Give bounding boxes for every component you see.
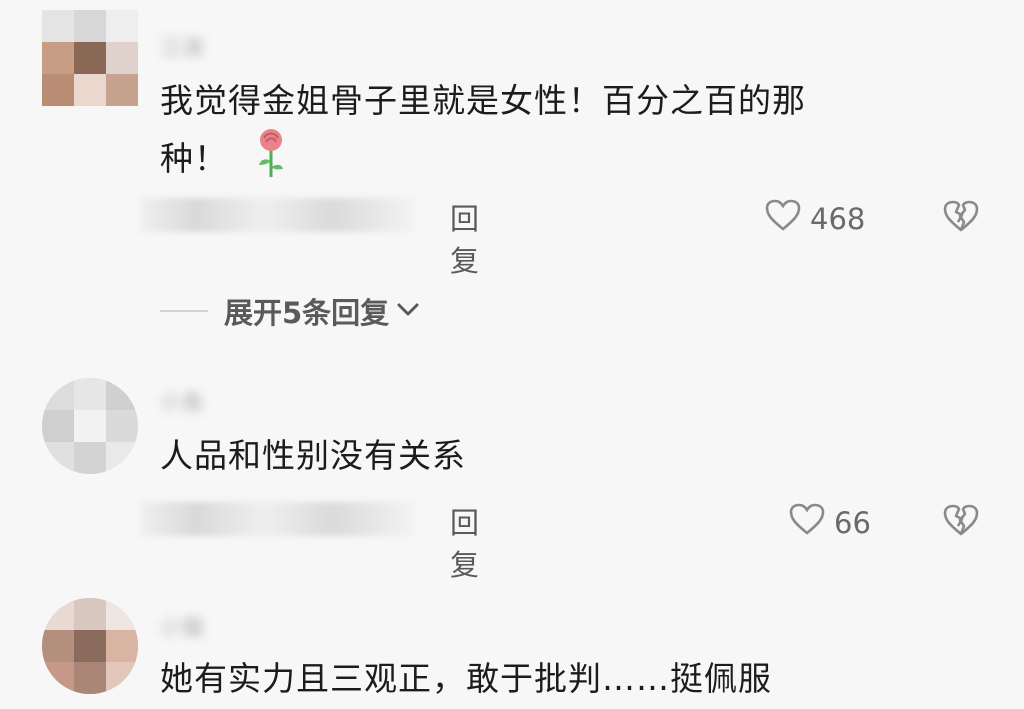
comment-text-line: 人品和性别没有关系 [160,436,466,475]
expand-replies-label: 展开5条回复 [224,296,390,330]
comment-text-tail: 种！ [160,139,228,178]
rose-icon [254,127,288,194]
avatar[interactable] [42,598,138,694]
username[interactable]: 江淑 [160,30,204,62]
like-count: 468 [810,201,866,236]
dislike-button[interactable] [942,198,980,238]
username[interactable]: 小猫 [160,610,204,642]
broken-heart-icon [942,504,980,542]
heart-icon [764,198,802,239]
comment-text-line: 她有实力且三观正，敢于批判……挺佩服 [160,659,772,698]
chevron-down-icon [395,299,421,323]
broken-heart-icon [942,200,980,238]
heart-icon [788,502,826,543]
like-button[interactable]: 66 [788,502,871,543]
comment-text: 人品和性别没有关系 [160,429,914,482]
comment-text-line: 种！ [160,127,914,194]
comment-time-location [140,502,415,536]
reply-button[interactable]: 回复 [450,500,479,584]
avatar[interactable] [42,378,138,474]
username[interactable]: 小鱼 [160,385,204,417]
divider-line [160,310,208,312]
comment-text-line: 我觉得金姐骨子里就是女性！百分之百的那 [160,81,806,120]
like-button[interactable]: 468 [764,198,865,239]
expand-replies-button[interactable]: 展开5条回复 [160,290,421,332]
comment-text: 她有实力且三观正，敢于批判……挺佩服 [160,652,914,705]
reply-button[interactable]: 回复 [450,196,479,280]
like-count: 66 [834,505,871,540]
comment-time-location [140,198,415,232]
comment-text: 我觉得金姐骨子里就是女性！百分之百的那 种！ [160,74,914,194]
dislike-button[interactable] [942,502,980,542]
avatar[interactable] [42,10,138,106]
